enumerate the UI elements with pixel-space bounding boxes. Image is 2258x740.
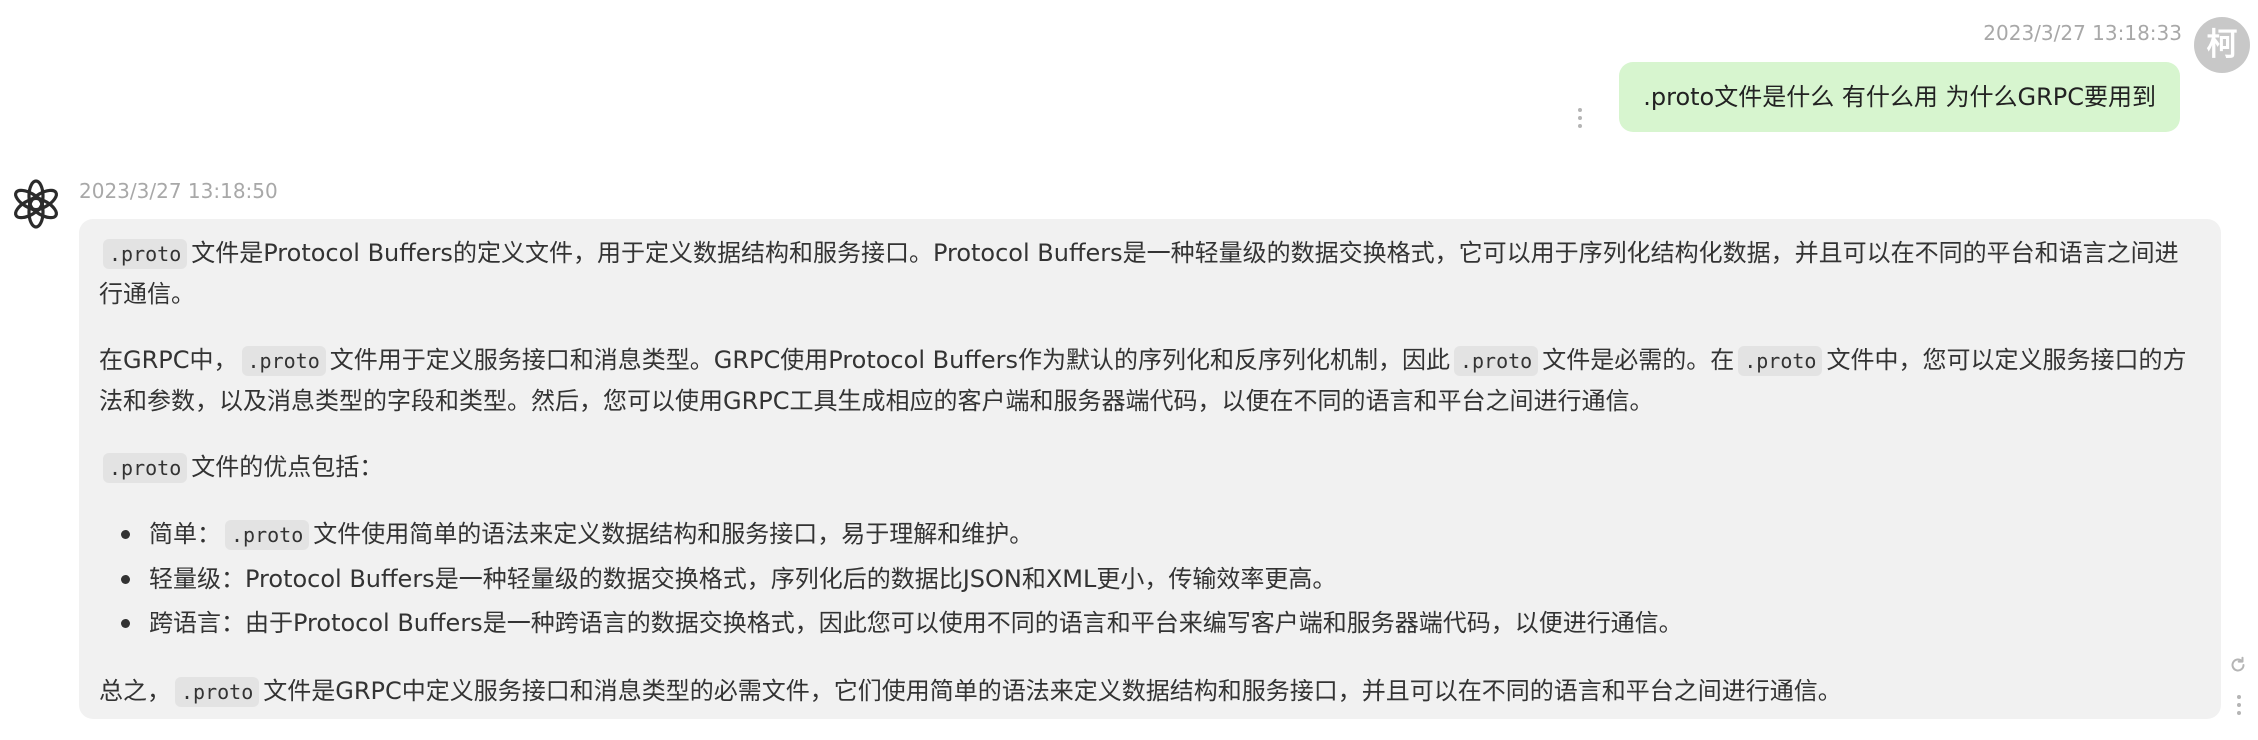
- paragraph-text: 文件是Protocol Buffers的定义文件，用于定义数据结构和服务接口。P…: [99, 239, 2179, 308]
- answer-paragraph-4: 总之， .proto 文件是GRPC中定义服务接口和消息类型的必需文件，它们使用简单…: [99, 671, 2201, 712]
- answer-paragraph-2: 在GRPC中， .proto 文件用于定义服务接口和消息类型。GRPC使用Proto…: [99, 340, 2201, 421]
- paragraph-text: 文件是必需的。在: [1542, 346, 1735, 374]
- refresh-icon[interactable]: [2228, 655, 2248, 675]
- chat-view: 2023/3/27 13:18:33 柯 .proto文件是什么 有什么用 为什…: [0, 0, 2258, 740]
- advantages-list: 简单： .proto 文件使用简单的语法来定义数据结构和服务接口，易于理解和维护。 …: [99, 512, 2201, 645]
- paragraph-text: 在GRPC中，: [99, 346, 238, 374]
- more-vertical-icon[interactable]: [1577, 106, 1583, 130]
- list-item: 跨语言：由于Protocol Buffers是一种跨语言的数据交换格式，因此您可…: [99, 601, 2201, 645]
- inline-code: .proto: [103, 453, 188, 483]
- inline-code: .proto: [225, 520, 310, 550]
- answer-paragraph-3: .proto 文件的优点包括：: [99, 447, 2201, 488]
- user-avatar[interactable]: 柯: [2194, 17, 2250, 73]
- paragraph-text: 文件用于定义服务接口和消息类型。GRPC使用Protocol Buffers作为…: [329, 346, 1450, 374]
- list-item-text: 跨语言：由于Protocol Buffers是一种跨语言的数据交换格式，因此您可…: [149, 609, 1683, 637]
- openai-logo-icon: [8, 176, 64, 232]
- list-item: 轻量级：Protocol Buffers是一种轻量级的数据交换格式，序列化后的数…: [99, 557, 2201, 601]
- paragraph-text: 文件的优点包括：: [191, 453, 384, 481]
- assistant-message-timestamp: 2023/3/27 13:18:50: [79, 179, 278, 203]
- list-item-text: 简单：: [149, 520, 221, 548]
- list-item: 简单： .proto 文件使用简单的语法来定义数据结构和服务接口，易于理解和维护。: [99, 512, 2201, 557]
- more-vertical-icon[interactable]: [2236, 693, 2242, 717]
- inline-code: .proto: [241, 346, 326, 376]
- inline-code: .proto: [175, 677, 260, 707]
- paragraph-text: 文件是GRPC中定义服务接口和消息类型的必需文件，它们使用简单的语法来定义数据结…: [263, 677, 1842, 705]
- user-message-timestamp: 2023/3/27 13:18:33: [1983, 21, 2182, 45]
- inline-code: .proto: [1453, 346, 1539, 376]
- paragraph-text: 总之，: [99, 677, 171, 705]
- answer-paragraph-1: .proto 文件是Protocol Buffers的定义文件，用于定义数据结构和…: [99, 233, 2201, 314]
- inline-code: .proto: [1738, 346, 1823, 376]
- list-item-text: 轻量级：Protocol Buffers是一种轻量级的数据交换格式，序列化后的数…: [149, 565, 1337, 593]
- user-message-bubble: .proto文件是什么 有什么用 为什么GRPC要用到: [1619, 62, 2180, 132]
- list-item-text: 文件使用简单的语法来定义数据结构和服务接口，易于理解和维护。: [313, 520, 1034, 548]
- inline-code: .proto: [103, 239, 188, 269]
- assistant-message-bubble: .proto 文件是Protocol Buffers的定义文件，用于定义数据结构和…: [79, 219, 2221, 719]
